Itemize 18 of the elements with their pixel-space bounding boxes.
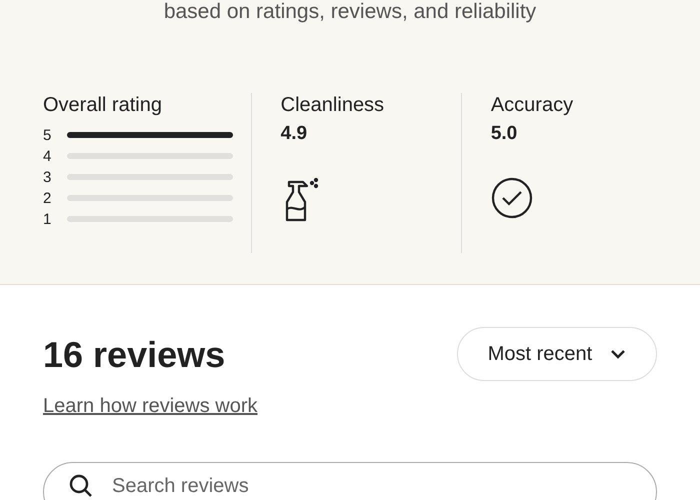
- star-label: 3: [43, 168, 52, 186]
- rating-title: Overall rating: [43, 93, 162, 117]
- star-label: 5: [43, 126, 52, 144]
- reviews-count: 16 reviews: [43, 334, 226, 376]
- star-label: 4: [43, 148, 52, 164]
- star-label: 1: [43, 210, 52, 228]
- star-label: 2: [43, 190, 52, 206]
- category-score: 4.9: [280, 123, 308, 145]
- category-name: Cleanliness: [280, 93, 384, 117]
- check-circle-icon: [490, 177, 533, 219]
- sort-dropdown[interactable]: Most recent: [457, 327, 657, 381]
- subtitle: based on ratings, reviews, and reliability: [164, 0, 536, 24]
- learn-link[interactable]: Learn how reviews work: [43, 395, 258, 418]
- search-icon: [69, 474, 93, 498]
- category-name: Accuracy: [490, 93, 574, 117]
- chevron-down-icon: [610, 349, 626, 359]
- search-field[interactable]: Search reviews: [43, 462, 657, 500]
- category-score: 5.0: [490, 123, 518, 145]
